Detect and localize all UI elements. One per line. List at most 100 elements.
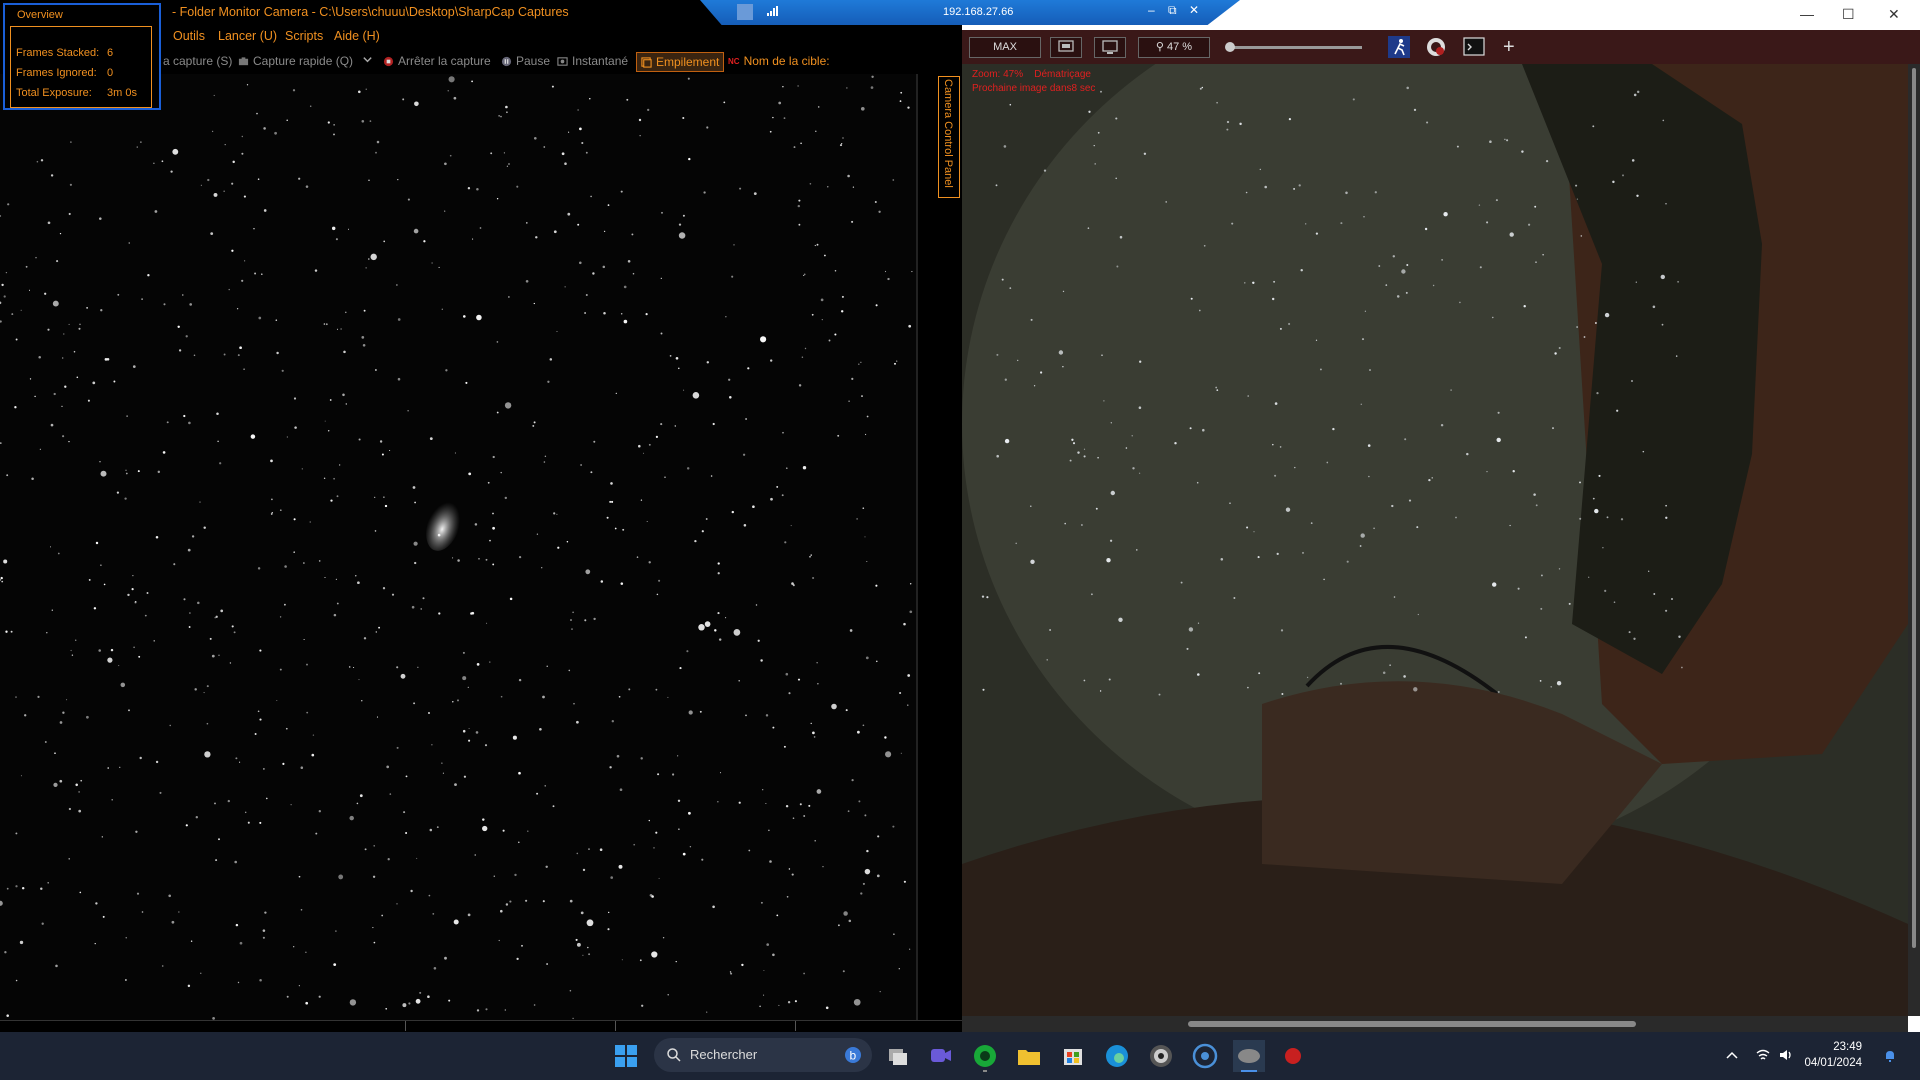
star xyxy=(664,476,666,479)
zoom-slider[interactable] xyxy=(1225,42,1362,52)
sky-star xyxy=(1093,144,1095,147)
runner-icon[interactable] xyxy=(1388,36,1410,58)
star xyxy=(599,848,603,851)
menu-scripts[interactable]: Scripts xyxy=(285,29,323,43)
dark-app-icon[interactable] xyxy=(1145,1040,1177,1072)
allsky-camera-view[interactable]: Zoom: 47% Dématriçage Prochaine image da… xyxy=(962,64,1908,1016)
zoom-field[interactable]: ⚲ 47 % xyxy=(1138,37,1210,58)
star xyxy=(117,293,120,296)
taskbar-search[interactable]: Rechercher b xyxy=(654,1038,872,1072)
star xyxy=(800,142,802,145)
close-button[interactable]: ✕ xyxy=(1888,6,1900,23)
star xyxy=(500,695,503,698)
start-capture-button[interactable]: a capture (S) xyxy=(163,54,232,68)
volume-icon[interactable] xyxy=(1778,1048,1794,1062)
sky-star xyxy=(1579,517,1582,520)
notification-bell-icon[interactable] xyxy=(1883,1049,1897,1063)
star xyxy=(783,745,786,748)
star xyxy=(648,443,651,446)
slider-knob[interactable] xyxy=(1225,42,1235,52)
clock-date[interactable]: 04/01/2024 xyxy=(1800,1057,1862,1069)
star xyxy=(419,991,422,994)
remote-close-button[interactable]: ✕ xyxy=(1189,3,1199,17)
remote-app-icon[interactable] xyxy=(1189,1040,1221,1072)
menu-outils[interactable]: Outils xyxy=(173,29,205,43)
stacking-button[interactable]: Empilement xyxy=(636,52,725,72)
star xyxy=(590,195,592,198)
star xyxy=(363,637,367,640)
sharpcap-icon[interactable] xyxy=(1233,1040,1265,1072)
star xyxy=(798,223,801,226)
star xyxy=(204,751,211,758)
star xyxy=(631,233,634,236)
fit-screen-button[interactable] xyxy=(1050,37,1082,58)
minimize-button[interactable]: — xyxy=(1800,6,1814,22)
sky-star xyxy=(1540,574,1543,577)
star xyxy=(342,393,345,397)
star xyxy=(88,578,91,581)
stacked-image-view[interactable] xyxy=(0,74,916,1020)
vertical-scrollbar[interactable] xyxy=(1908,64,1920,1016)
target-name-field[interactable]: NC Nom de la cible: xyxy=(728,54,830,68)
quick-capture-button[interactable]: Capture rapide (Q) xyxy=(238,54,353,68)
pause-button[interactable]: Pause xyxy=(501,54,550,68)
horizontal-scroll-thumb[interactable] xyxy=(1188,1021,1636,1027)
bing-icon[interactable]: b xyxy=(844,1046,862,1064)
star xyxy=(250,434,256,439)
wifi-icon[interactable] xyxy=(1755,1048,1771,1062)
star xyxy=(568,131,570,133)
pin-icon[interactable] xyxy=(736,3,754,21)
terminal-icon[interactable] xyxy=(1463,36,1485,58)
horizontal-scrollbar[interactable] xyxy=(962,1016,1908,1032)
star xyxy=(834,333,837,336)
star xyxy=(657,773,660,776)
maximize-button[interactable]: ☐ xyxy=(1842,6,1855,23)
plus-icon[interactable]: + xyxy=(1503,36,1525,58)
remote-minimize-button[interactable]: – xyxy=(1148,3,1155,17)
timer-camera-icon[interactable] xyxy=(1425,36,1447,58)
vertical-scroll-thumb[interactable] xyxy=(1912,68,1916,948)
monitor-button[interactable] xyxy=(1094,37,1126,58)
task-view-icon[interactable] xyxy=(882,1040,914,1072)
star xyxy=(614,527,617,530)
file-explorer-icon[interactable] xyxy=(1013,1040,1045,1072)
windows-start-icon[interactable] xyxy=(614,1044,638,1068)
star xyxy=(381,453,384,456)
star xyxy=(484,744,488,747)
green-app-icon[interactable] xyxy=(969,1040,1001,1072)
sky-star xyxy=(1125,447,1128,449)
pause-label: Pause xyxy=(516,54,551,68)
clock-time[interactable]: 23:49 xyxy=(1800,1041,1862,1053)
stop-capture-button[interactable]: Arrêter la capture xyxy=(383,54,491,68)
star xyxy=(100,470,107,477)
sky-star xyxy=(996,353,999,356)
sky-star xyxy=(1405,291,1408,294)
star xyxy=(808,804,811,807)
snapshot-button[interactable]: Instantané xyxy=(557,54,628,68)
star xyxy=(318,810,321,813)
star xyxy=(203,692,205,694)
zoom-overlay-text: Zoom: 47% Dématriçage xyxy=(972,69,1091,80)
quick-capture-dropdown[interactable] xyxy=(362,54,373,65)
sky-star xyxy=(1492,582,1497,587)
meet-icon[interactable] xyxy=(925,1040,957,1072)
max-button[interactable]: MAX xyxy=(969,37,1041,58)
sky-star xyxy=(1001,278,1004,281)
red-app-icon[interactable] xyxy=(1277,1040,1309,1072)
remote-restore-button[interactable]: ⧉ xyxy=(1168,3,1177,18)
camera-control-panel-tab[interactable]: Camera Control Panel xyxy=(938,76,960,198)
star xyxy=(231,625,234,628)
star xyxy=(589,97,591,100)
chevron-up-icon[interactable] xyxy=(1725,1049,1739,1061)
sky-star xyxy=(1110,422,1112,424)
menu-aide[interactable]: Aide (H) xyxy=(334,29,380,43)
store-icon[interactable] xyxy=(1057,1040,1089,1072)
star xyxy=(368,179,370,182)
edge-icon[interactable] xyxy=(1101,1040,1133,1072)
menu-lancer[interactable]: Lancer (U) xyxy=(218,29,277,43)
star xyxy=(861,395,863,398)
star xyxy=(541,567,543,569)
sky-star xyxy=(1300,268,1303,272)
sky-star xyxy=(1592,125,1595,128)
star xyxy=(660,332,663,335)
